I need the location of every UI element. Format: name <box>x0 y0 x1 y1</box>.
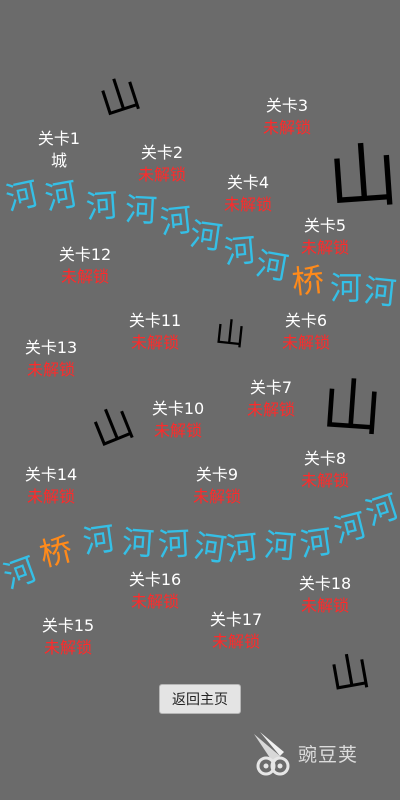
level-17-name: 关卡17 <box>209 610 263 629</box>
mountain-tile: 山 <box>325 133 400 221</box>
level-16-name: 关卡16 <box>128 570 182 589</box>
watermark: 豌豆荚 <box>250 728 390 780</box>
level-10[interactable]: 关卡10 未解锁 <box>143 398 213 442</box>
river-tile: 河 <box>191 526 229 570</box>
level-14[interactable]: 关卡14 未解锁 <box>16 464 86 508</box>
level-6[interactable]: 关卡6 未解锁 <box>271 310 341 354</box>
river-tile: 河 <box>84 185 120 227</box>
game-map: 山 山 山 山 山 山 河 河 河 河 河 河 河 河 桥 河 河 河 桥 河 … <box>0 0 400 800</box>
level-7-name: 关卡7 <box>249 378 293 397</box>
level-4-name: 关卡4 <box>226 173 270 192</box>
level-13-status: 未解锁 <box>26 360 75 379</box>
level-2-name: 关卡2 <box>140 143 184 162</box>
level-8-name: 关卡8 <box>303 449 347 468</box>
level-4[interactable]: 关卡4 未解锁 <box>213 172 283 216</box>
river-tile: 河 <box>329 505 371 551</box>
level-12-name: 关卡12 <box>58 245 112 264</box>
level-1[interactable]: 关卡1 城 <box>24 128 94 172</box>
river-tile: 河 <box>158 200 194 242</box>
level-8-status: 未解锁 <box>300 471 349 490</box>
river-tile: 河 <box>124 190 158 230</box>
level-10-name: 关卡10 <box>151 399 205 418</box>
level-7-status: 未解锁 <box>246 400 295 419</box>
level-18-name: 关卡18 <box>298 574 352 593</box>
river-tile: 河 <box>2 174 42 218</box>
mountain-tile: 山 <box>319 370 385 446</box>
level-5[interactable]: 关卡5 未解锁 <box>290 215 360 259</box>
level-12[interactable]: 关卡12 未解锁 <box>50 244 120 288</box>
level-16[interactable]: 关卡16 未解锁 <box>120 569 190 613</box>
level-3-name: 关卡3 <box>265 96 309 115</box>
level-9-name: 关卡9 <box>195 465 239 484</box>
river-tile: 河 <box>362 271 398 313</box>
wandoujia-logo-icon <box>254 732 290 776</box>
level-10-status: 未解锁 <box>153 421 202 440</box>
river-tile: 河 <box>157 524 191 564</box>
level-1-name: 关卡1 <box>37 129 81 148</box>
level-12-status: 未解锁 <box>60 267 109 286</box>
level-11-status: 未解锁 <box>130 333 179 352</box>
level-3-status: 未解锁 <box>262 118 311 137</box>
level-7[interactable]: 关卡7 未解锁 <box>236 377 306 421</box>
river-tile: 河 <box>222 230 258 272</box>
level-1-status: 城 <box>50 151 67 170</box>
level-18[interactable]: 关卡18 未解锁 <box>290 573 360 617</box>
river-tile: 河 <box>187 214 225 258</box>
back-home-button[interactable]: 返回主页 <box>159 684 241 714</box>
level-2[interactable]: 关卡2 未解锁 <box>127 142 197 186</box>
mountain-tile: 山 <box>93 69 147 127</box>
level-6-status: 未解锁 <box>281 333 330 352</box>
bridge-tile: 桥 <box>290 260 326 302</box>
bridge-tile: 桥 <box>35 529 77 575</box>
level-5-status: 未解锁 <box>300 238 349 257</box>
river-tile: 河 <box>41 174 81 218</box>
watermark-text: 豌豆荚 <box>298 744 359 766</box>
level-5-name: 关卡5 <box>303 216 347 235</box>
mountain-tile: 山 <box>85 399 141 457</box>
river-tile: 河 <box>252 244 292 288</box>
level-11-name: 关卡11 <box>128 311 182 330</box>
level-17[interactable]: 关卡17 未解锁 <box>201 609 271 653</box>
level-13[interactable]: 关卡13 未解锁 <box>16 337 86 381</box>
level-17-status: 未解锁 <box>211 632 260 651</box>
level-14-status: 未解锁 <box>26 487 75 506</box>
river-tile: 河 <box>224 527 260 569</box>
level-4-status: 未解锁 <box>223 195 272 214</box>
river-tile: 河 <box>120 522 156 564</box>
level-18-status: 未解锁 <box>300 596 349 615</box>
river-tile: 河 <box>297 521 335 565</box>
river-tile: 河 <box>330 269 363 307</box>
level-11[interactable]: 关卡11 未解锁 <box>120 310 190 354</box>
level-6-name: 关卡6 <box>284 311 328 330</box>
river-tile: 河 <box>0 549 42 597</box>
mountain-tile: 山 <box>213 315 247 354</box>
level-15[interactable]: 关卡15 未解锁 <box>33 615 103 659</box>
level-15-status: 未解锁 <box>43 638 92 657</box>
level-14-name: 关卡14 <box>24 465 78 484</box>
level-16-status: 未解锁 <box>130 592 179 611</box>
level-15-name: 关卡15 <box>41 616 95 635</box>
level-8[interactable]: 关卡8 未解锁 <box>290 448 360 492</box>
level-3[interactable]: 关卡3 未解锁 <box>252 95 322 139</box>
river-tile: 河 <box>360 486 400 534</box>
river-tile: 河 <box>80 518 118 562</box>
river-tile: 河 <box>262 525 298 567</box>
level-2-status: 未解锁 <box>137 165 186 184</box>
level-9[interactable]: 关卡9 未解锁 <box>182 464 252 508</box>
level-9-status: 未解锁 <box>192 487 241 506</box>
level-13-name: 关卡13 <box>24 338 78 357</box>
mountain-tile: 山 <box>326 647 374 701</box>
